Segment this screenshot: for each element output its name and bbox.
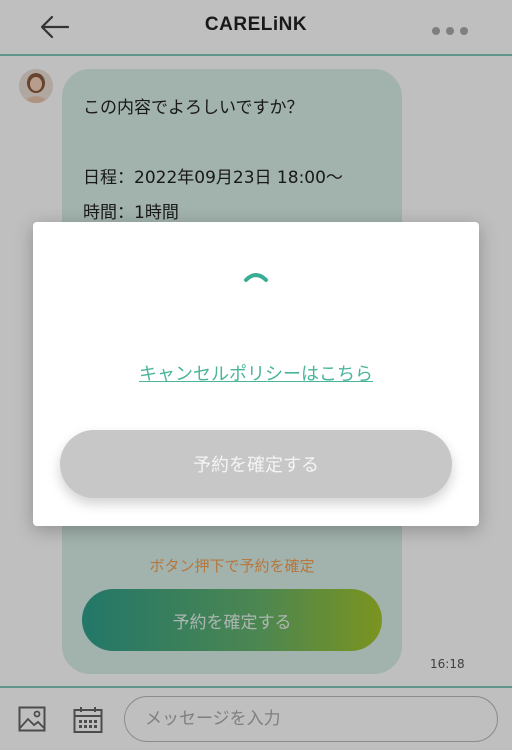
loading-spinner-icon: [244, 273, 268, 282]
cancel-policy-link[interactable]: キャンセルポリシーはこちら: [33, 360, 479, 386]
dialog-confirm-button[interactable]: 予約を確定する: [60, 430, 452, 498]
confirm-dialog: キャンセルポリシーはこちら 予約を確定する: [33, 222, 479, 526]
